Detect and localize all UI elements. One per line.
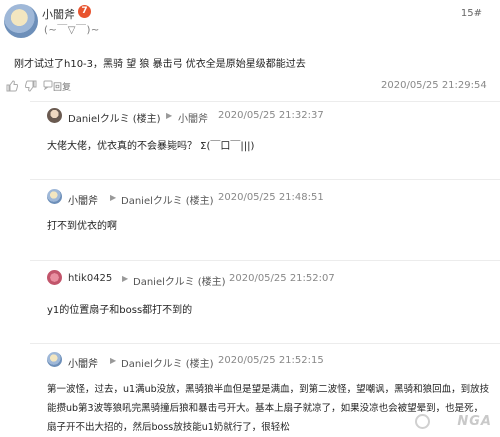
level-badge: 7: [78, 5, 91, 18]
comment-text: y1的位置扇子和boss都打不到的: [47, 305, 193, 316]
divider: [30, 101, 500, 102]
comment-target[interactable]: Danielクルミ (楼主): [133, 273, 226, 288]
comment-avatar[interactable]: [47, 189, 62, 204]
comment-time: 2020/05/25 21:52:15: [218, 355, 324, 366]
comment-author[interactable]: htik0425: [68, 273, 112, 284]
divider: [30, 179, 500, 180]
comment-text: 大佬大佬，优衣真的不会暴毙吗？ Σ(￣口￣|||): [47, 141, 255, 152]
reply-icon[interactable]: [43, 80, 53, 93]
comment-text-line: 能攒ub第3波等狼吼完黑骑撞后狼和暴击弓开大。基本上扇子就凉了，如果没凉也会被望…: [47, 403, 484, 414]
divider: [30, 343, 500, 344]
reply-arrow-icon: ▶: [110, 193, 117, 202]
watermark-icon: [415, 414, 430, 429]
comment-target[interactable]: Danielクルミ (楼主): [121, 192, 214, 207]
floor-number: 15#: [460, 8, 482, 19]
comment-time: 2020/05/25 21:32:37: [218, 110, 324, 121]
comment-target[interactable]: Danielクルミ (楼主): [121, 355, 214, 370]
comment-time: 2020/05/25 21:52:07: [229, 273, 335, 284]
like-icon[interactable]: [6, 80, 19, 95]
comment-avatar[interactable]: [47, 352, 62, 367]
comment-text-line: 扇子开不出大招的，然后boss放技能u1奶就行了，很轻松: [47, 422, 290, 433]
post-content: 刚才试过了h10-3，黑骑 望 狼 暴击弓 优衣全是原始星级都能过去: [14, 59, 306, 70]
reply-arrow-icon: ▶: [122, 274, 129, 283]
divider: [30, 260, 500, 261]
post-time: 2020/05/25 21:29:54: [381, 80, 487, 91]
dislike-icon[interactable]: [24, 80, 37, 95]
comment-avatar[interactable]: [47, 108, 62, 123]
comment-author[interactable]: 小闇斧: [68, 355, 98, 370]
comment-target[interactable]: 小闇斧: [178, 110, 208, 125]
user-signature: (~￣▽￣)~: [44, 25, 100, 36]
reply-button[interactable]: 回复: [53, 80, 71, 93]
comment-text-line: 第一波怪，过去，u1满ub没放，黑骑狼半血但是望是满血，到第二波怪，望嘲讽，黑骑…: [47, 384, 490, 395]
comment-author[interactable]: 小闇斧: [68, 192, 98, 207]
comment-text: 打不到优衣的啊: [47, 221, 117, 232]
comment-time: 2020/05/25 21:48:51: [218, 192, 324, 203]
watermark: NGA: [457, 414, 492, 429]
comment-author[interactable]: Danielクルミ (楼主): [68, 110, 161, 125]
reply-arrow-icon: ▶: [166, 111, 173, 120]
avatar[interactable]: [4, 4, 38, 38]
reply-arrow-icon: ▶: [110, 356, 117, 365]
comment-avatar[interactable]: [47, 270, 62, 285]
post-username[interactable]: 小闇斧: [42, 6, 75, 22]
